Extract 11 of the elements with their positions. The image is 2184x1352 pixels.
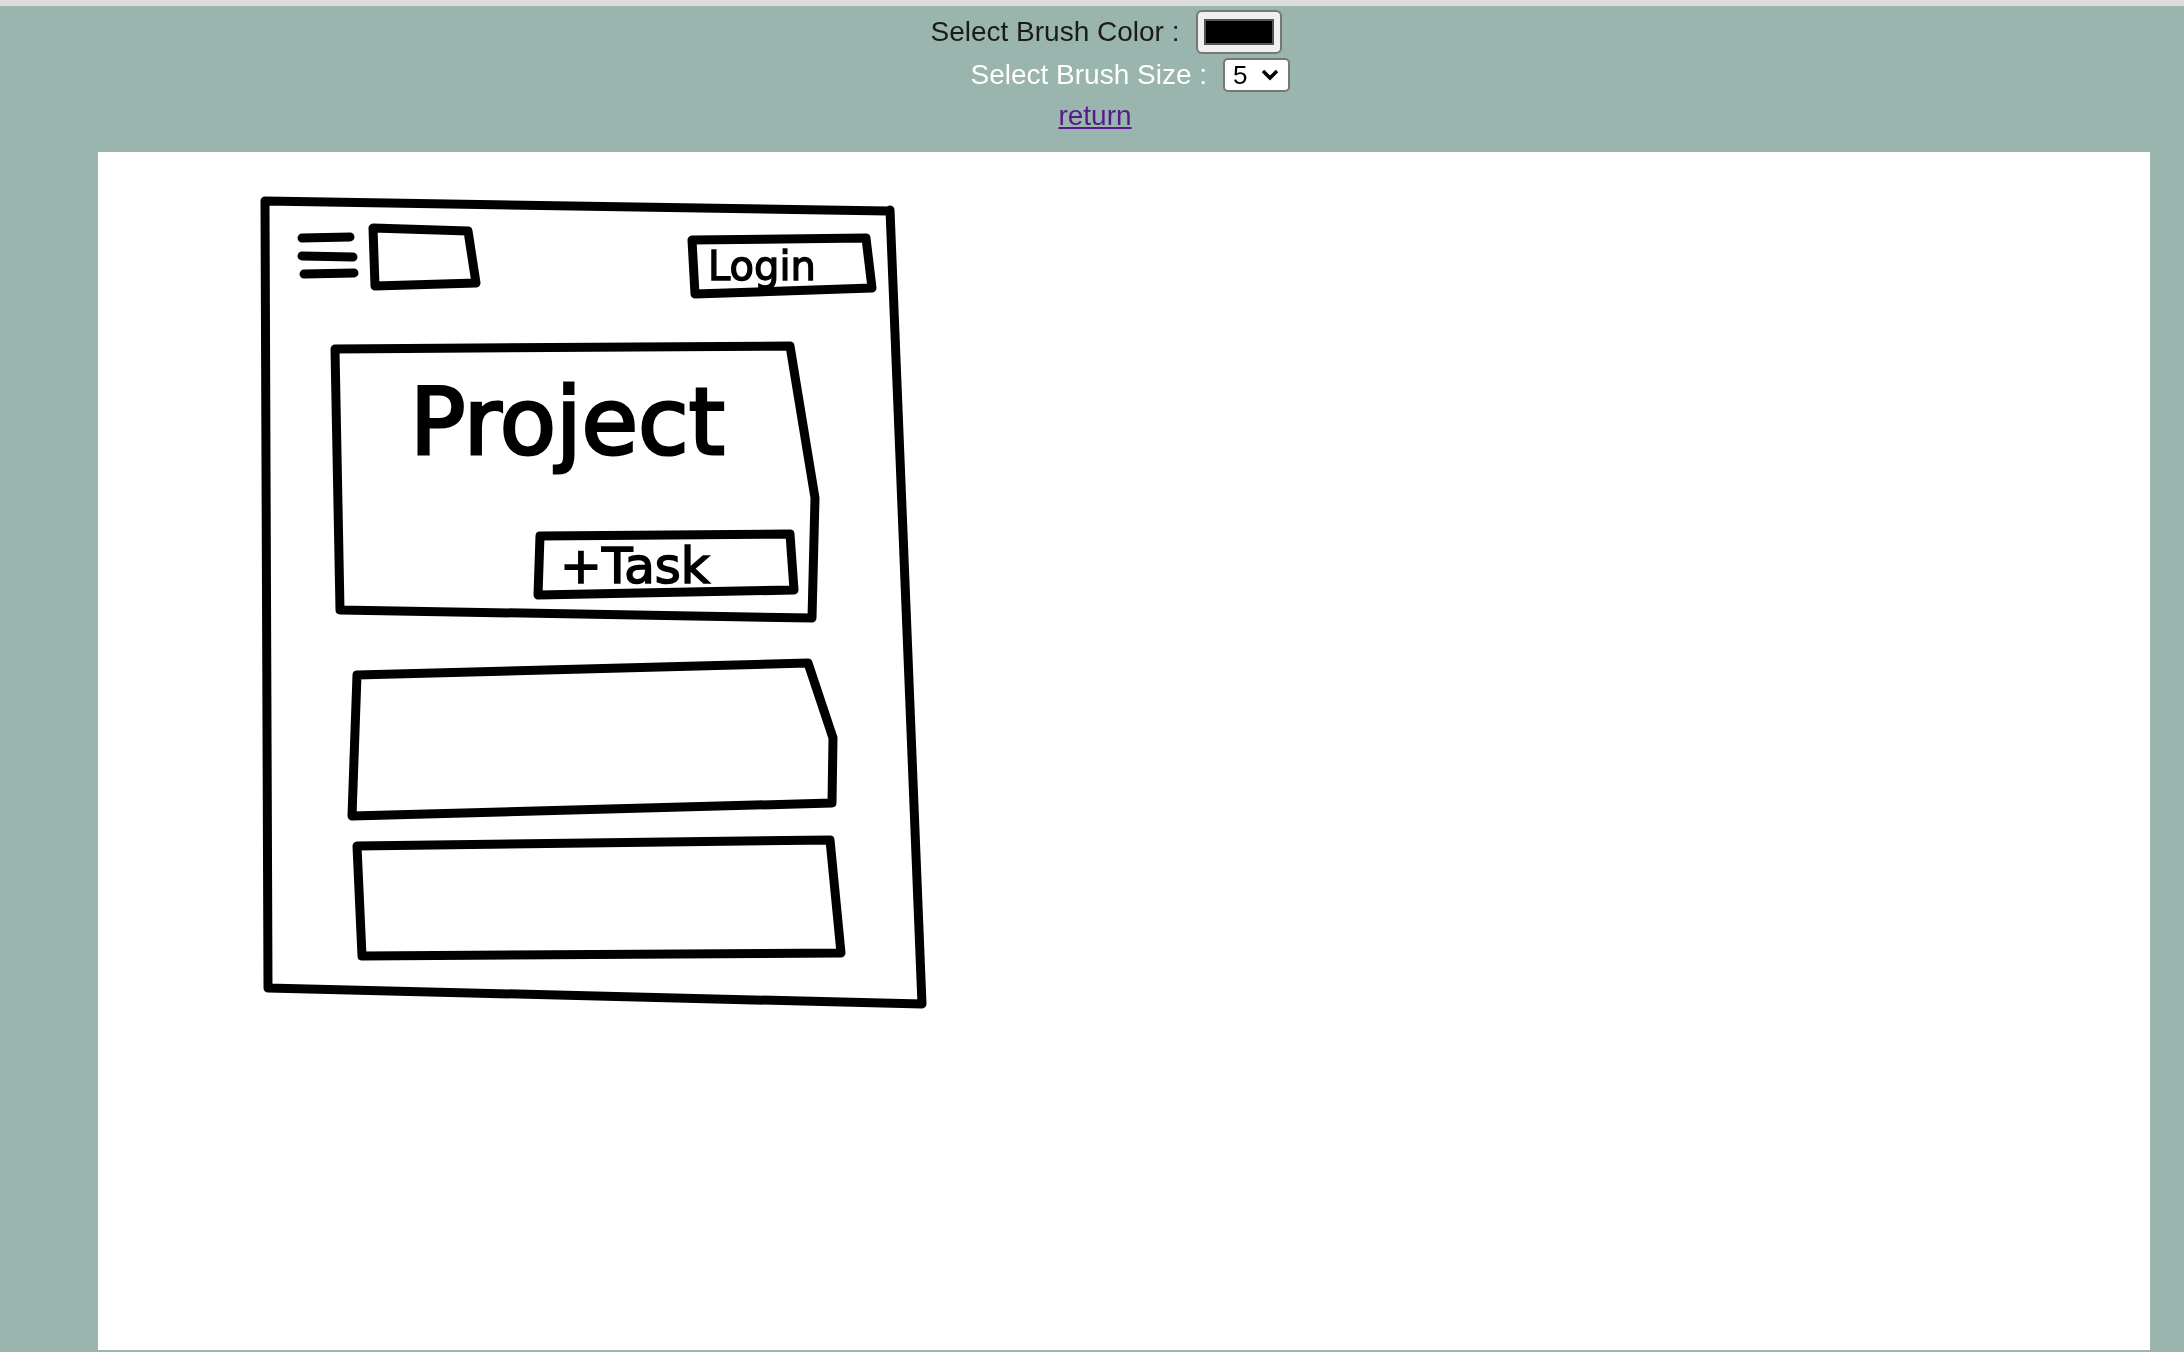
chevron-icon [1259, 68, 1280, 82]
menu-sketch-icon [297, 232, 359, 279]
brush-color-label: Select Brush Color : [930, 16, 1180, 48]
title-sketch-text: Project [410, 369, 725, 476]
color-picker[interactable] [1195, 10, 1282, 54]
brush-size-select[interactable]: 5 [1223, 58, 1290, 92]
drawing-canvas[interactable]: Login Project +Task [98, 152, 2150, 1350]
return-link[interactable]: return [1058, 100, 1132, 132]
brush-size-label: Select Brush Size : [970, 59, 1208, 91]
login-sketch-text: Login [708, 243, 816, 289]
task-sketch-text: +Task [560, 537, 710, 595]
